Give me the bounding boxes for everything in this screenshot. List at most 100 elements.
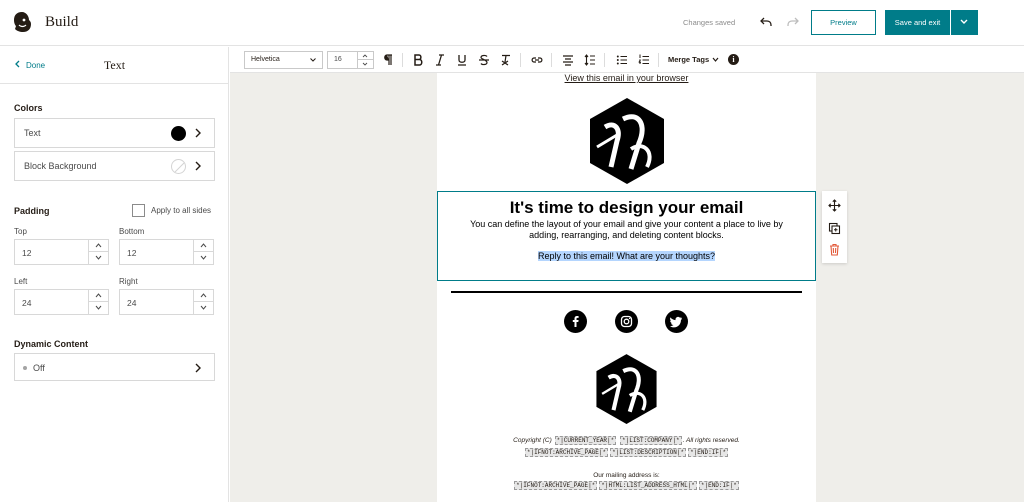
bold-icon[interactable] bbox=[412, 54, 424, 66]
apply-all-sides-label: Apply to all sides bbox=[151, 206, 212, 215]
decrement-button[interactable] bbox=[194, 252, 213, 264]
brand-logo-image[interactable] bbox=[587, 97, 667, 185]
chevron-up-icon bbox=[200, 293, 207, 298]
toolbar-divider bbox=[604, 53, 605, 67]
decrement-button[interactable] bbox=[358, 60, 373, 68]
padding-bottom-input[interactable]: 12 bbox=[119, 239, 214, 265]
padding-right-label: Right bbox=[119, 277, 138, 286]
link-icon[interactable] bbox=[531, 54, 543, 66]
block-background-label: Block Background bbox=[24, 161, 97, 171]
color-swatch bbox=[171, 126, 186, 141]
strikethrough-icon[interactable] bbox=[478, 54, 490, 66]
twitter-icon[interactable] bbox=[665, 310, 688, 333]
chevron-down-icon bbox=[95, 305, 102, 310]
dynamic-content-row[interactable]: Off bbox=[14, 353, 215, 381]
footer-copyright: Copyright (C) *|CURRENT_YEAR|* *|LIST:CO… bbox=[437, 436, 816, 445]
chevron-down-icon bbox=[362, 62, 368, 66]
chevron-right-icon bbox=[195, 363, 201, 373]
page-title: Build bbox=[45, 14, 79, 30]
move-icon[interactable] bbox=[828, 199, 841, 212]
apply-all-sides-checkbox[interactable] bbox=[132, 204, 145, 217]
merge-tags-label: Merge Tags bbox=[668, 55, 710, 64]
clear-format-icon[interactable] bbox=[500, 54, 512, 66]
footer-mailing-label: Our mailing address is: bbox=[593, 472, 660, 479]
chevron-down-icon bbox=[200, 255, 207, 260]
brand-logo-image[interactable] bbox=[594, 353, 659, 425]
increment-button[interactable] bbox=[194, 290, 213, 302]
paragraph-icon[interactable] bbox=[382, 54, 394, 66]
chevron-down-icon bbox=[712, 57, 719, 62]
merge-tag: *|END:IF|* bbox=[688, 448, 729, 457]
chevron-up-icon bbox=[95, 243, 102, 248]
hero-body-text[interactable]: You can define the layout of your email … bbox=[462, 219, 791, 241]
increment-button[interactable] bbox=[89, 240, 108, 252]
save-and-exit-button[interactable]: Save and exit bbox=[885, 10, 950, 35]
hero-heading[interactable]: It's time to design your email bbox=[438, 198, 815, 218]
chevron-up-icon bbox=[200, 243, 207, 248]
info-icon[interactable]: i bbox=[728, 54, 739, 65]
chevron-down-icon bbox=[95, 255, 102, 260]
padding-left-input[interactable]: 24 bbox=[14, 289, 109, 315]
block-background-row[interactable]: Block Background bbox=[14, 151, 215, 181]
colors-heading: Colors bbox=[14, 103, 43, 113]
merge-tag: *|LIST:COMPANY|* bbox=[620, 436, 682, 445]
padding-right-input[interactable]: 24 bbox=[119, 289, 214, 315]
italic-icon[interactable] bbox=[434, 54, 446, 66]
status-dot bbox=[23, 366, 27, 370]
toolbar-divider bbox=[520, 53, 521, 67]
padding-left-value: 24 bbox=[22, 298, 32, 308]
chevron-down-icon bbox=[200, 305, 207, 310]
font-size-input[interactable]: 16 bbox=[327, 51, 374, 69]
padding-top-value: 12 bbox=[22, 248, 32, 258]
divider-line[interactable] bbox=[451, 291, 802, 293]
save-options-dropdown[interactable] bbox=[951, 10, 978, 35]
preview-button[interactable]: Preview bbox=[811, 10, 876, 35]
instagram-icon[interactable] bbox=[615, 310, 638, 333]
align-center-icon[interactable] bbox=[562, 54, 574, 66]
footer-description: *|IFNOT:ARCHIVE_PAGE|* *|LIST:DESCRIPTION… bbox=[437, 448, 816, 457]
font-family-select[interactable]: Helvetica bbox=[244, 51, 323, 69]
merge-tag: *|IFNOT:ARCHIVE_PAGE|* bbox=[524, 448, 609, 457]
editor-canvas: Helvetica 16 Merge Tags i View this emai… bbox=[230, 47, 1024, 502]
decrement-button[interactable] bbox=[89, 252, 108, 264]
padding-top-input[interactable]: 12 bbox=[14, 239, 109, 265]
freddie-logo-icon[interactable] bbox=[10, 10, 34, 34]
decrement-button[interactable] bbox=[89, 302, 108, 314]
undo-icon[interactable] bbox=[760, 16, 772, 28]
selected-text-block[interactable]: It's time to design your email You can d… bbox=[437, 191, 816, 281]
copyright-prefix: Copyright (C) bbox=[513, 437, 552, 444]
underline-icon[interactable] bbox=[456, 54, 468, 66]
bullet-list-icon[interactable] bbox=[616, 54, 628, 66]
increment-button[interactable] bbox=[358, 52, 373, 60]
padding-left-stepper bbox=[88, 290, 108, 314]
decrement-button[interactable] bbox=[194, 302, 213, 314]
font-size-value: 16 bbox=[334, 56, 342, 63]
hero-reply-text[interactable]: Reply to this email! What are your thoug… bbox=[438, 251, 815, 261]
chevron-right-icon bbox=[195, 161, 201, 171]
padding-top-stepper bbox=[88, 240, 108, 264]
view-in-browser-link[interactable]: View this email in your browser bbox=[437, 73, 816, 83]
duplicate-icon[interactable] bbox=[828, 222, 841, 235]
text-color-row[interactable]: Text bbox=[14, 118, 215, 148]
padding-bottom-stepper bbox=[193, 240, 213, 264]
toolbar-divider bbox=[658, 53, 659, 67]
toolbar-divider bbox=[402, 53, 403, 67]
increment-button[interactable] bbox=[194, 240, 213, 252]
block-actions-toolbar bbox=[822, 191, 847, 263]
merge-tags-dropdown[interactable]: Merge Tags bbox=[668, 55, 719, 64]
padding-bottom-value: 12 bbox=[127, 248, 137, 258]
increment-button[interactable] bbox=[89, 290, 108, 302]
padding-top-label: Top bbox=[14, 227, 27, 236]
delete-icon[interactable] bbox=[828, 243, 841, 256]
email-preview: View this email in your browser It's tim… bbox=[437, 73, 816, 502]
line-height-icon[interactable] bbox=[584, 54, 596, 66]
redo-icon[interactable] bbox=[787, 16, 799, 28]
facebook-icon[interactable] bbox=[564, 310, 587, 333]
instagram-glyph bbox=[620, 315, 633, 328]
selected-text[interactable]: Reply to this email! What are your thoug… bbox=[537, 251, 716, 261]
merge-tag: *|HTML:LIST_ADDRESS_HTML|* bbox=[599, 481, 697, 490]
merge-tag: *|END:IF|* bbox=[698, 481, 739, 490]
no-color-swatch bbox=[171, 159, 186, 174]
padding-right-value: 24 bbox=[127, 298, 137, 308]
numbered-list-icon[interactable] bbox=[638, 54, 650, 66]
